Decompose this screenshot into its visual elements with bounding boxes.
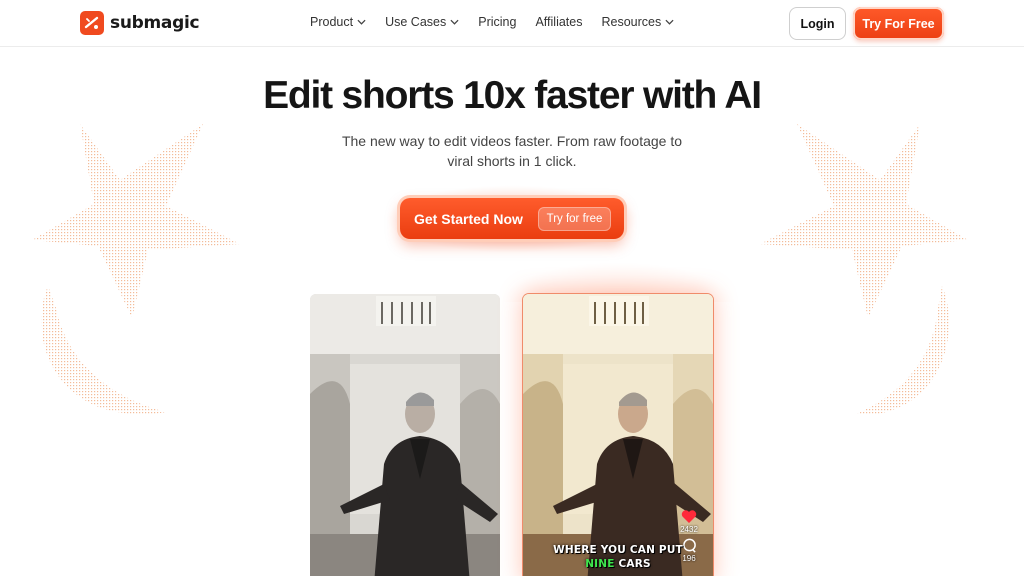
menu-item-label: Use Cases: [385, 15, 447, 29]
caption-rest: CARS: [614, 558, 651, 570]
menu-item-pricing[interactable]: Pricing: [478, 15, 516, 29]
menu-item-affiliates[interactable]: Affiliates: [535, 15, 582, 29]
menu-item-label: Pricing: [478, 15, 517, 29]
brand-logo[interactable]: submagic: [80, 11, 200, 35]
menu-item-label: Product: [310, 15, 354, 29]
menu-item-use-cases[interactable]: Use Cases: [385, 15, 459, 29]
menu-item-resources[interactable]: Resources: [601, 15, 674, 29]
caption-line-2: NINE CARS: [523, 558, 713, 570]
brand-name: submagic: [110, 13, 200, 33]
decorative-star-left: [32, 124, 240, 415]
menu-item-product[interactable]: Product: [310, 15, 366, 29]
top-navigation: submagic Product Use Cases Pricing Affil…: [0, 0, 1024, 47]
menu-item-label: Resources: [601, 15, 662, 29]
decorative-star-right: [760, 124, 968, 416]
hero-subheadline-line-1: The new way to edit videos faster. From …: [341, 133, 683, 149]
try-for-free-button[interactable]: Try For Free: [853, 7, 944, 40]
hero-subheadline-line-2: viral shorts in 1 click.: [447, 153, 577, 169]
video-before[interactable]: [310, 294, 500, 576]
get-started-button[interactable]: Get Started Now Try for free: [400, 198, 624, 239]
submagic-logo-icon: [80, 11, 104, 35]
menu-item-label: Affiliates: [535, 15, 583, 29]
try-for-free-chip: Try for free: [538, 207, 611, 231]
hero-subheadline: The new way to edit videos faster. From …: [312, 131, 712, 171]
login-button[interactable]: Login: [789, 7, 846, 40]
likes-count: 2432: [680, 525, 698, 534]
caption-line-1: WHERE YOU CAN PUT: [553, 544, 683, 556]
heart-icon[interactable]: [681, 509, 697, 524]
chevron-down-icon: [357, 19, 366, 25]
video-after[interactable]: 2432 196 WHERE YOU CAN PUT NINE CARS: [523, 294, 713, 576]
get-started-label: Get Started Now: [414, 210, 523, 227]
main-menu: Product Use Cases Pricing Affiliates Res…: [310, 15, 693, 29]
hero-headline: Edit shorts 10x faster with AI: [263, 74, 762, 117]
chevron-down-icon: [450, 19, 459, 25]
caption-highlight-word: NINE: [585, 558, 615, 570]
video-before-frame: [310, 294, 500, 576]
chevron-down-icon: [665, 19, 674, 25]
